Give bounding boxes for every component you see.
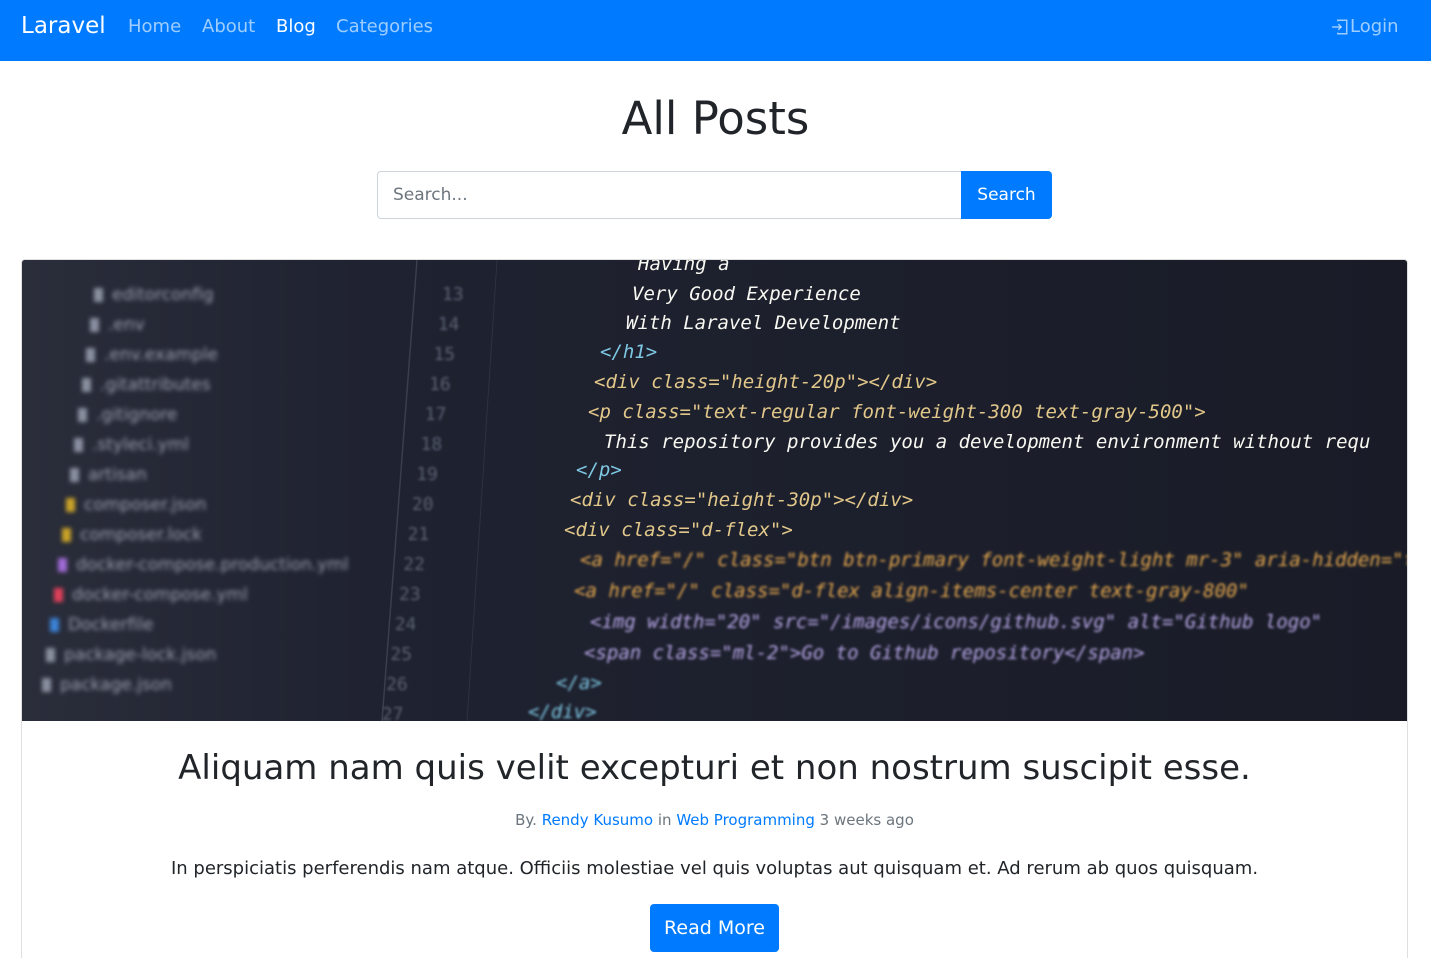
file-icon [50, 618, 59, 632]
line-number: 15 [433, 344, 455, 365]
line-number: 20 [412, 494, 434, 515]
file-icon [74, 438, 83, 452]
line-number: 23 [399, 584, 421, 605]
code-line: Having a [637, 260, 730, 275]
post-excerpt: In perspiciatis perferendis nam atque. O… [170, 858, 1259, 879]
line-number: 22 [403, 554, 425, 575]
file-icon [86, 348, 95, 362]
line-number: 19 [416, 464, 438, 485]
code-line: <img width="20" src="/images/icons/githu… [590, 611, 1322, 633]
file-tree-item: editorconfig [112, 285, 214, 305]
category-link[interactable]: Web Programming [676, 811, 815, 829]
login-label: Login [1350, 16, 1399, 37]
file-tree-item: .env.example [104, 345, 218, 365]
code-line: <div class="height-30p"></div> [570, 489, 913, 511]
code-line: <div class="height-20p"></div> [594, 371, 937, 393]
file-icon [62, 528, 71, 542]
file-tree-item: .gitignore [96, 405, 177, 425]
file-icon [58, 558, 67, 572]
post-time: 3 weeks ago [819, 811, 914, 829]
file-tree-item: .styleci.yml [92, 435, 189, 455]
file-tree-item: docker-compose.yml [72, 585, 248, 605]
file-tree-item: .env [108, 315, 145, 335]
code-line: <span class="ml-2">Go to Github reposito… [584, 642, 1145, 664]
code-line: </div> [528, 701, 597, 721]
search-input[interactable] [377, 171, 961, 219]
file-tree-item: Dockerfile [68, 615, 153, 635]
code-line: With Laravel Development [626, 312, 901, 334]
code-line: <a href="/" class="btn btn-primary font-… [580, 549, 1407, 571]
meta-in: in [657, 811, 672, 829]
line-number: 13 [442, 284, 464, 305]
file-icon [78, 408, 87, 422]
file-tree-item: composer.json [84, 495, 206, 515]
nav-link-categories[interactable]: Categories [336, 16, 433, 37]
file-icon [94, 288, 103, 302]
line-number: 27 [382, 704, 404, 721]
line-number: 14 [438, 314, 460, 335]
post-card: editorconfig .env .env.example .gitattribut… [21, 259, 1408, 958]
navbar: Laravel Home About Blog Categories Login [0, 0, 1431, 61]
line-number: 16 [429, 374, 451, 395]
brand-link[interactable]: Laravel [21, 13, 106, 39]
file-icon [42, 678, 51, 692]
line-number: 17 [425, 404, 447, 425]
read-more-button[interactable]: Read More [650, 904, 779, 952]
nav-link-about[interactable]: About [202, 16, 255, 37]
file-icon [70, 468, 79, 482]
author-link[interactable]: Rendy Kusumo [542, 811, 653, 829]
code-line: <div class="d-flex"> [564, 519, 793, 541]
code-line: </a> [556, 672, 602, 694]
code-line: </p> [576, 459, 622, 481]
code-line: </h1> [600, 341, 657, 363]
login-link[interactable]: Login [1331, 16, 1399, 37]
file-icon [82, 378, 91, 392]
meta-prefix: By. [515, 811, 537, 829]
page-title: All Posts [621, 92, 810, 145]
line-number: 26 [386, 674, 408, 695]
search-form: Search [377, 171, 1052, 219]
post-meta: By. Rendy Kusumo in Web Programming 3 we… [22, 811, 1407, 829]
code-line: This repository provides you a developme… [604, 431, 1370, 453]
post-title[interactable]: Aliquam nam quis velit excepturi et non … [22, 748, 1407, 788]
line-number: 18 [421, 434, 443, 455]
nav-link-blog[interactable]: Blog [276, 16, 316, 37]
file-icon [90, 318, 99, 332]
nav-link-home[interactable]: Home [128, 16, 181, 37]
line-number: 24 [395, 614, 417, 635]
file-icon [54, 588, 63, 602]
code-line: Very Good Experience [632, 283, 861, 305]
line-number: 25 [390, 644, 412, 665]
file-tree-item: .gitattributes [100, 375, 211, 395]
file-tree-item: artisan [88, 465, 147, 485]
file-icon [66, 498, 75, 512]
file-tree-item: docker-compose.production.yml [76, 555, 349, 575]
post-image: editorconfig .env .env.example .gitattribut… [22, 260, 1407, 721]
file-tree-item: package.json [60, 675, 172, 695]
file-tree-item: package-lock.json [64, 645, 216, 665]
login-icon [1332, 19, 1348, 34]
file-tree-item: composer.lock [80, 525, 202, 545]
search-button[interactable]: Search [961, 171, 1052, 219]
line-number: 21 [408, 524, 430, 545]
code-line: <a href="/" class="d-flex align-items-ce… [574, 580, 1249, 602]
code-line: <p class="text-regular font-weight-300 t… [588, 401, 1206, 423]
file-icon [46, 648, 55, 662]
